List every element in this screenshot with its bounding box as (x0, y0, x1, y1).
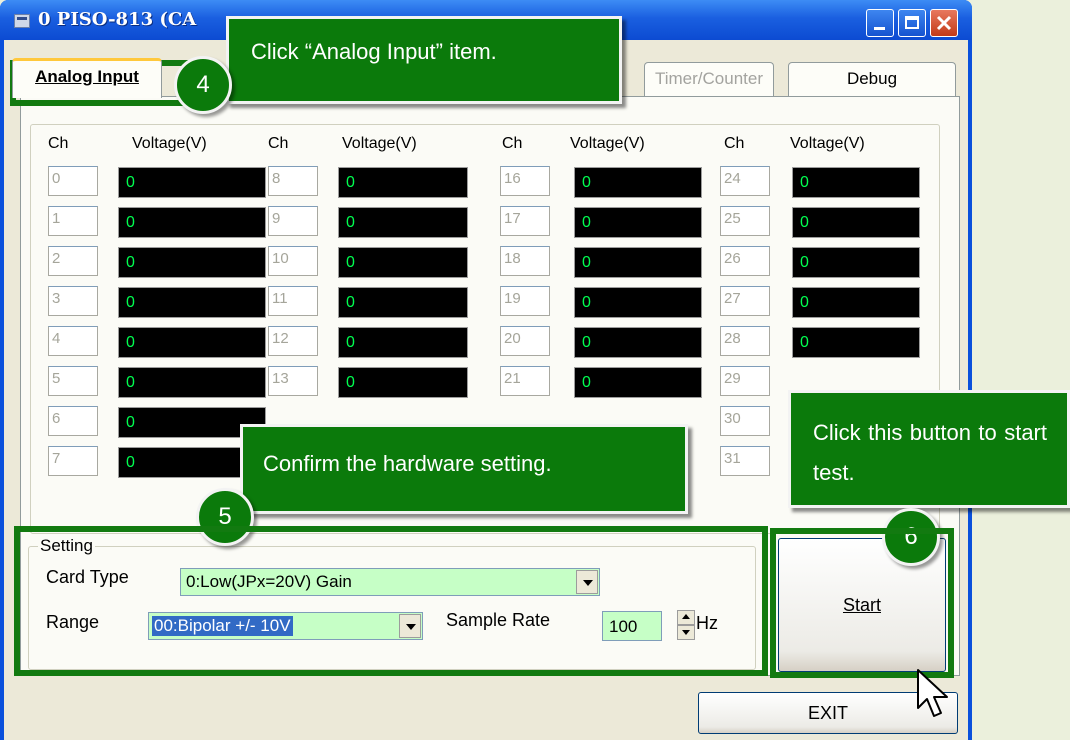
step-4-badge: 4 (174, 56, 232, 114)
channel-number-field: 31 (720, 446, 770, 476)
voltage-display: 0 (574, 327, 702, 358)
voltage-display: 0 (338, 367, 468, 398)
ch-column-header: Ch (48, 135, 69, 152)
callout-step-6: Click this button to start test. (788, 390, 1070, 508)
voltage-display: 0 (118, 167, 266, 198)
close-icon (936, 15, 952, 31)
voltage-display: 0 (792, 327, 920, 358)
channel-number-field: 20 (500, 326, 550, 356)
voltage-display: 0 (792, 287, 920, 318)
channel-number-field: 2 (48, 246, 98, 276)
channel-number-field: 9 (268, 206, 318, 236)
tab-analog-input[interactable]: Analog Input (12, 58, 162, 98)
minimize-button[interactable] (866, 9, 894, 37)
channel-number-field: 10 (268, 246, 318, 276)
channel-number-field: 16 (500, 166, 550, 196)
voltage-column-header: Voltage(V) (132, 135, 207, 152)
mouse-cursor-icon (917, 669, 948, 717)
voltage-display: 0 (118, 247, 266, 278)
voltage-display: 0 (792, 207, 920, 238)
voltage-column-header: Voltage(V) (570, 135, 645, 152)
channel-number-field: 13 (268, 366, 318, 396)
tab-debug[interactable]: Debug (788, 62, 956, 96)
window-title: 0 PISO-813 (CA (38, 9, 197, 30)
channel-number-field: 8 (268, 166, 318, 196)
channel-number-field: 4 (48, 326, 98, 356)
channel-number-field: 18 (500, 246, 550, 276)
channel-number-field: 3 (48, 286, 98, 316)
channel-number-field: 19 (500, 286, 550, 316)
tab-timer-counter[interactable]: Timer/Counter (644, 62, 774, 96)
channel-number-field: 6 (48, 406, 98, 436)
channel-number-field: 25 (720, 206, 770, 236)
exit-button-label: EXIT (807, 703, 848, 723)
ch-column-header: Ch (502, 135, 523, 152)
voltage-column-header: Voltage(V) (790, 135, 865, 152)
voltage-display: 0 (574, 247, 702, 278)
voltage-display: 0 (338, 287, 468, 318)
callout-step-4: Click “Analog Input” item. (226, 16, 622, 104)
voltage-display: 0 (118, 287, 266, 318)
highlight-start-button (770, 528, 954, 678)
voltage-display: 0 (338, 207, 468, 238)
channel-number-field: 28 (720, 326, 770, 356)
voltage-display: 0 (118, 327, 266, 358)
channel-number-field: 27 (720, 286, 770, 316)
voltage-display: 0 (792, 247, 920, 278)
channel-number-field: 12 (268, 326, 318, 356)
voltage-display: 0 (574, 287, 702, 318)
channel-number-field: 24 (720, 166, 770, 196)
channel-number-field: 11 (268, 286, 318, 316)
channel-number-field: 7 (48, 446, 98, 476)
maximize-button[interactable] (898, 9, 926, 37)
tab-analog-input-label: Analog Input (35, 67, 139, 86)
channel-number-field: 30 (720, 406, 770, 436)
callout-step-5: Confirm the hardware setting. (240, 424, 688, 514)
minimize-icon (874, 27, 885, 30)
voltage-column-header: Voltage(V) (342, 135, 417, 152)
voltage-display: 0 (574, 167, 702, 198)
channel-number-field: 0 (48, 166, 98, 196)
voltage-display: 0 (792, 167, 920, 198)
ch-column-header: Ch (724, 135, 745, 152)
voltage-display: 0 (574, 367, 702, 398)
voltage-display: 0 (118, 207, 266, 238)
app-icon (14, 14, 30, 28)
channel-number-field: 29 (720, 366, 770, 396)
highlight-setting-group (14, 526, 768, 676)
channel-number-field: 21 (500, 366, 550, 396)
maximize-icon (905, 16, 919, 29)
voltage-display: 0 (338, 327, 468, 358)
close-button[interactable] (930, 9, 958, 37)
voltage-display: 0 (118, 367, 266, 398)
ch-column-header: Ch (268, 135, 289, 152)
channel-number-field: 17 (500, 206, 550, 236)
voltage-display: 0 (574, 207, 702, 238)
voltage-display: 0 (338, 247, 468, 278)
channel-number-field: 1 (48, 206, 98, 236)
channel-number-field: 26 (720, 246, 770, 276)
voltage-display: 0 (338, 167, 468, 198)
channel-number-field: 5 (48, 366, 98, 396)
